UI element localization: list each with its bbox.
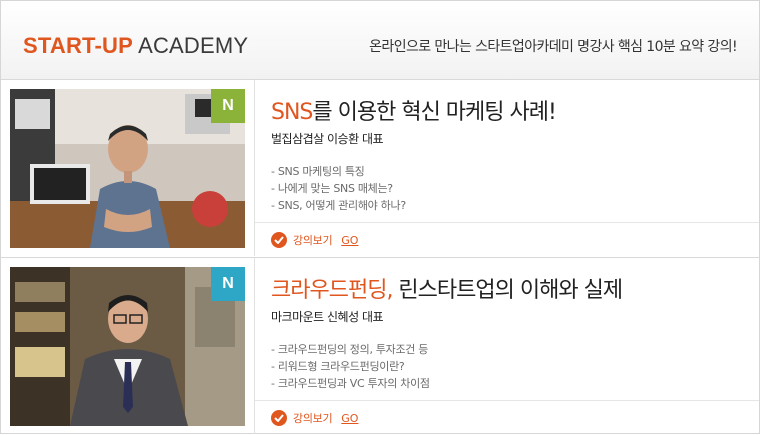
lecture-card: N 크라우드펀딩, 린스타트업의 이해와 실제 마크마운트 신혜성 대표 - 크… (1, 257, 759, 434)
lecture-point: - 크라우드펀딩과 VC 투자의 차이점 (271, 377, 430, 390)
title-rest: 린스타트업의 이해와 실제 (392, 278, 623, 303)
lecture-point: - 나에게 맞는 SNS 매체는? (271, 182, 393, 195)
card-footer: 강의보기 GO (255, 222, 759, 257)
speaker-name: 마크마운트 신혜성 대표 (271, 310, 384, 324)
title-highlight: SNS (271, 100, 313, 125)
tagline: 온라인으로 만나는 스타트업아카데미 명강사 핵심 10분 요약 강의! (369, 39, 737, 55)
card-footer: 강의보기 GO (255, 400, 759, 435)
speaker-name: 벌집삼겹살 이승환 대표 (271, 132, 384, 146)
lecture-point: - SNS 마케팅의 특징 (271, 165, 365, 178)
watch-lecture-link[interactable]: 강의보기 GO (271, 232, 358, 248)
watch-label: 강의보기 (293, 412, 333, 425)
brand-logo[interactable]: START-UP ACADEMY (23, 33, 248, 59)
title-highlight: 크라우드펀딩, (271, 278, 393, 303)
new-badge: N (211, 267, 245, 301)
lecture-info: SNS를 이용한 혁신 마케팅 사례! 벌집삼겹살 이승환 대표 - SNS 마… (271, 94, 741, 230)
watch-label: 강의보기 (293, 234, 333, 247)
title-rest: 를 이용한 혁신 마케팅 사례! (312, 100, 556, 125)
lecture-title[interactable]: SNS를 이용한 혁신 마케팅 사례! (271, 94, 741, 126)
lecture-point: - SNS, 어떻게 관리해야 하나? (271, 199, 406, 212)
go-link[interactable]: GO (341, 234, 358, 247)
lecture-info: 크라우드펀딩, 린스타트업의 이해와 실제 마크마운트 신혜성 대표 - 크라우… (271, 272, 741, 408)
speaker-photo-1 (10, 89, 245, 248)
lecture-point: - 크라우드펀딩의 정의, 투자조건 등 (271, 343, 429, 356)
lecture-title[interactable]: 크라우드펀딩, 린스타트업의 이해와 실제 (271, 272, 741, 304)
lecture-points: - SNS 마케팅의 특징 - 나에게 맞는 SNS 매체는? - SNS, 어… (271, 163, 741, 214)
lecture-thumbnail[interactable]: N (10, 267, 245, 426)
header: START-UP ACADEMY 온라인으로 만나는 스타트업아카데미 명강사 … (1, 1, 759, 80)
speaker-photo-2 (10, 267, 245, 426)
brand-accent: START-UP (23, 33, 133, 58)
brand-name: ACADEMY (138, 33, 249, 58)
check-icon (271, 410, 287, 426)
lecture-points: - 크라우드펀딩의 정의, 투자조건 등 - 리워드형 크라우드펀딩이란? - … (271, 341, 741, 392)
go-link[interactable]: GO (341, 412, 358, 425)
academy-banner: START-UP ACADEMY 온라인으로 만나는 스타트업아카데미 명강사 … (0, 0, 760, 434)
lecture-thumbnail[interactable]: N (10, 89, 245, 248)
watch-lecture-link[interactable]: 강의보기 GO (271, 410, 358, 426)
lecture-point: - 리워드형 크라우드펀딩이란? (271, 360, 405, 373)
check-icon (271, 232, 287, 248)
lecture-card: N SNS를 이용한 혁신 마케팅 사례! 벌집삼겹살 이승환 대표 - SNS… (1, 80, 759, 256)
new-badge: N (211, 89, 245, 123)
